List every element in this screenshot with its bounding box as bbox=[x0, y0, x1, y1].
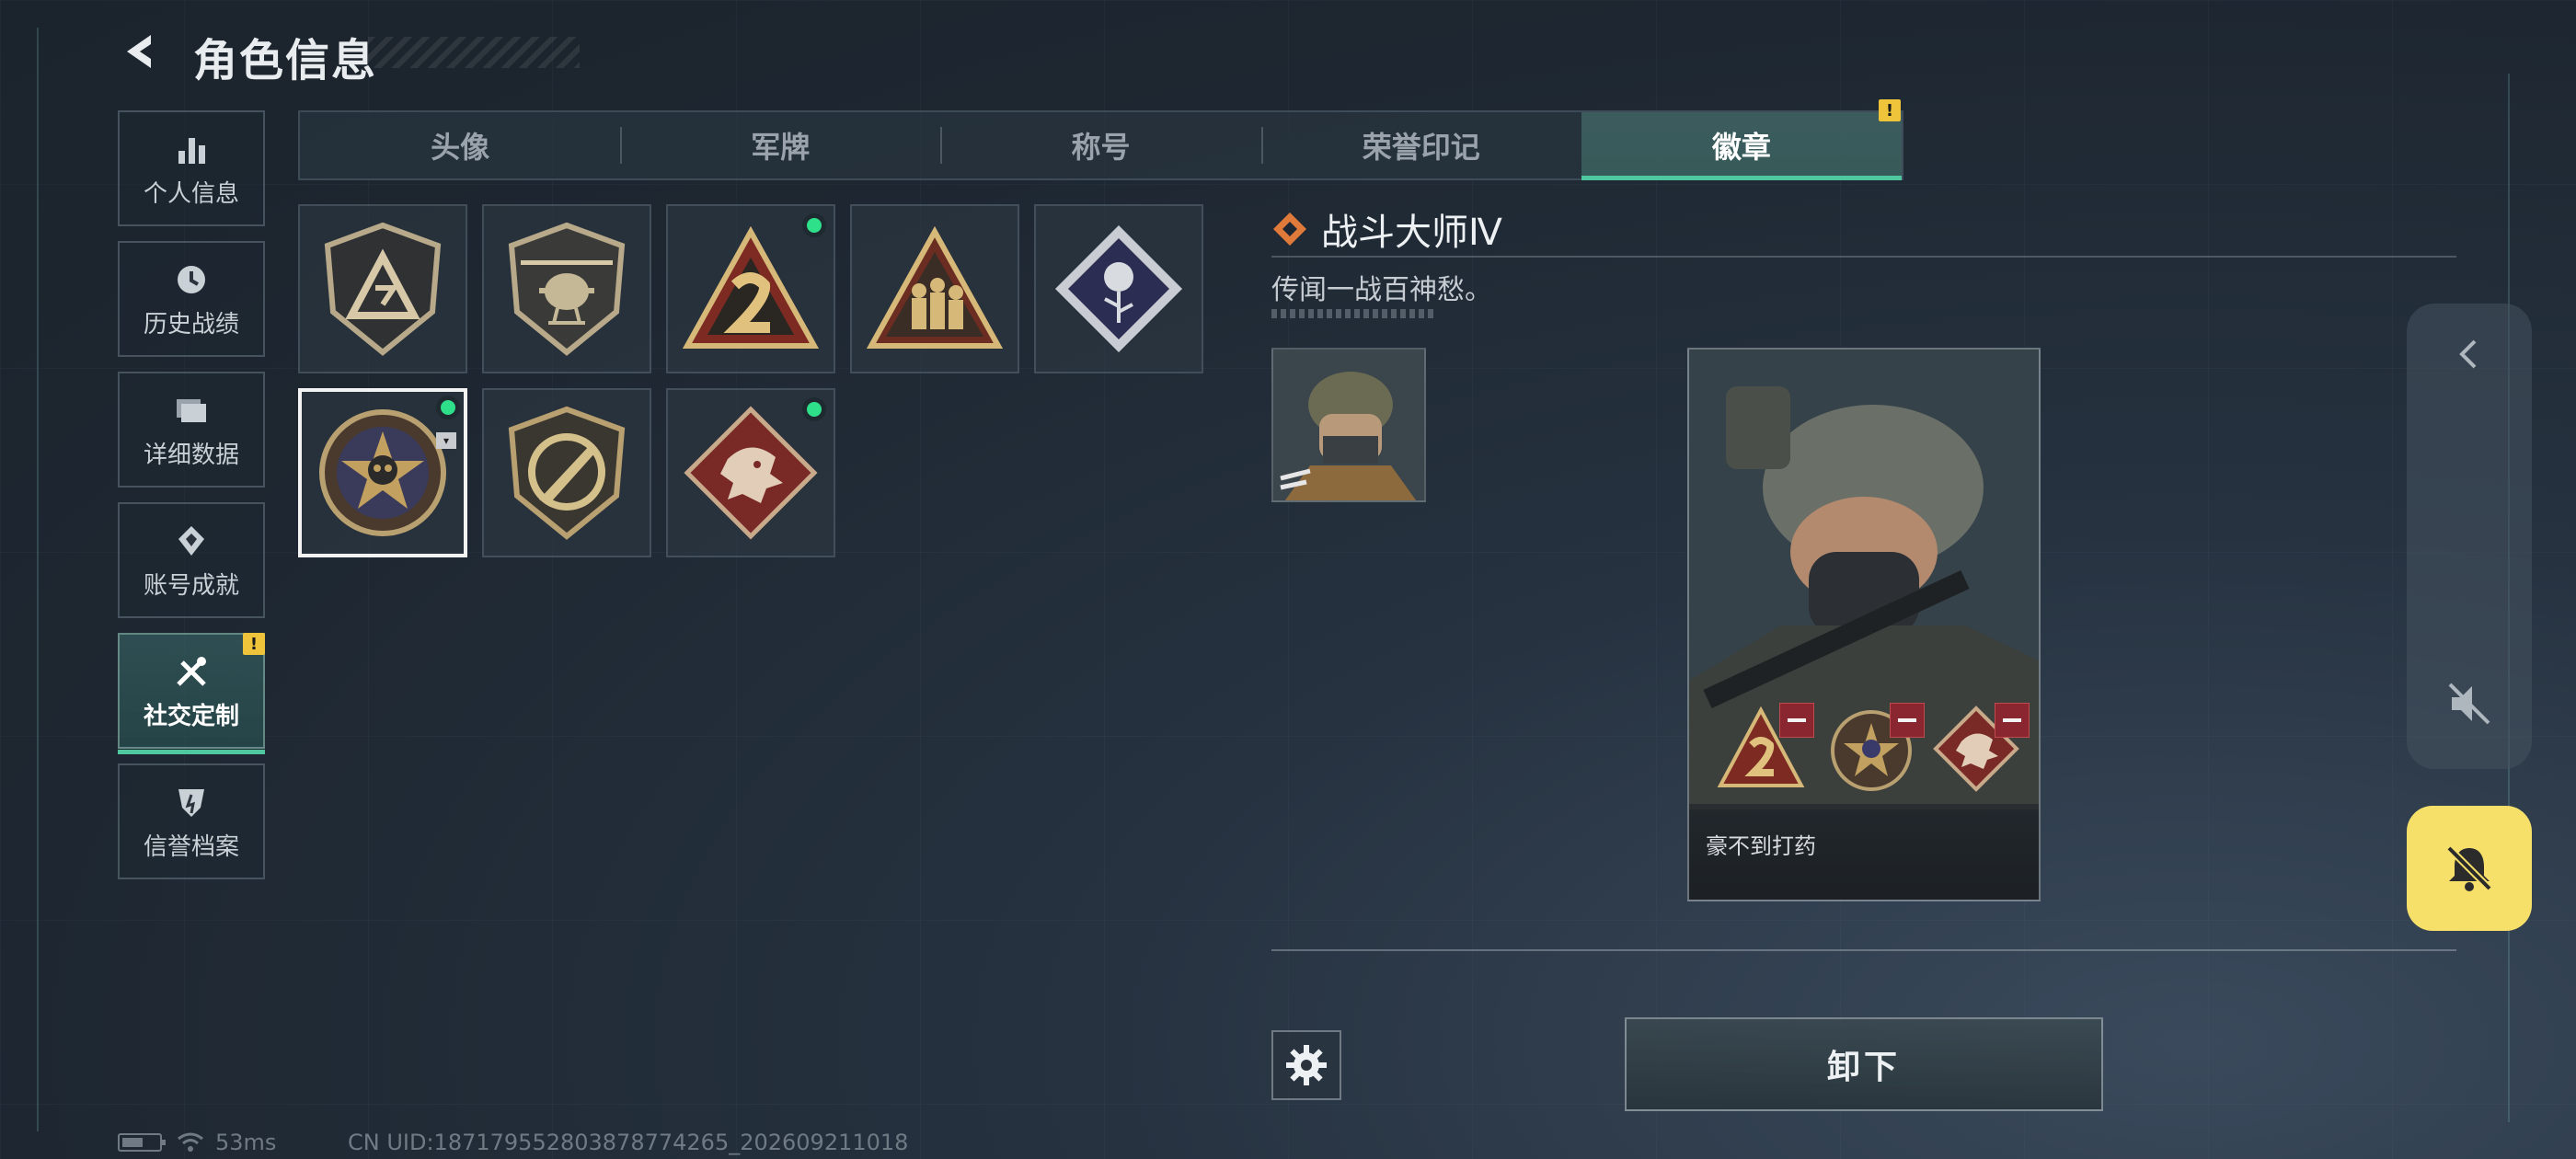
badge-skull-star[interactable]: ▾ bbox=[298, 388, 467, 557]
sidebar-item-label: 详细数据 bbox=[143, 441, 239, 469]
rank-diamond-icon bbox=[1273, 212, 1306, 246]
delta-shield-badge-icon bbox=[324, 222, 442, 356]
sidebar-item-label: 社交定制 bbox=[143, 702, 239, 730]
tab-title[interactable]: 称号 bbox=[940, 112, 1260, 178]
achievement-icon bbox=[171, 521, 212, 561]
mute-button[interactable] bbox=[2407, 653, 2532, 754]
player-name: 豪不到打药 bbox=[1689, 804, 2039, 900]
divider bbox=[1271, 949, 2456, 951]
equipped-slot-3 bbox=[1930, 703, 2030, 802]
description-decoration bbox=[1271, 309, 1433, 318]
collapse-panel-button[interactable] bbox=[2407, 304, 2532, 405]
sidebar-item-label: 历史战绩 bbox=[143, 310, 239, 339]
equipped-slot-1 bbox=[1715, 703, 1814, 802]
speaker-muted-icon bbox=[2448, 683, 2490, 725]
equipped-slot-2 bbox=[1825, 703, 1925, 802]
lock-icon: ▾ bbox=[436, 432, 456, 449]
tab-dog-tag[interactable]: 军牌 bbox=[620, 112, 940, 178]
uid-text: CN UID:18717955280387877​4265_2026092110… bbox=[348, 1130, 909, 1155]
equipped-indicator bbox=[802, 397, 826, 421]
tab-avatar[interactable]: 头像 bbox=[300, 112, 620, 178]
badge-detail-name: 战斗大师Ⅳ bbox=[1321, 212, 1502, 254]
settings-button[interactable] bbox=[1271, 1030, 1341, 1100]
equipped-indicator bbox=[436, 396, 460, 419]
badge-detail-description: 传闻一战百神愁。 bbox=[1271, 274, 1492, 306]
player-card-preview: 豪不到打药 bbox=[1687, 348, 2041, 901]
divider bbox=[1271, 256, 2456, 258]
sidebar-item-label: 信誉档案 bbox=[143, 832, 239, 861]
ping-text: 53ms bbox=[215, 1130, 277, 1155]
gear-icon bbox=[1286, 1045, 1327, 1085]
status-bar: 53ms bbox=[118, 1130, 276, 1155]
sidebar-item-reputation[interactable]: 信誉档案 bbox=[118, 763, 265, 879]
remove-badge-button[interactable] bbox=[1779, 703, 1814, 738]
wifi-icon bbox=[178, 1132, 203, 1152]
number-two-triangle-badge-icon bbox=[682, 225, 820, 349]
chevron-left-icon bbox=[2459, 339, 2477, 369]
alert-badge: ! bbox=[243, 633, 265, 655]
rose-diamond-badge-icon bbox=[1055, 225, 1182, 352]
clock-icon bbox=[171, 259, 212, 300]
skull-star-badge-icon bbox=[319, 409, 446, 536]
page-title: 角色信息 bbox=[193, 35, 378, 86]
back-button[interactable] bbox=[116, 26, 167, 77]
dragon-diamond-badge-icon bbox=[684, 406, 818, 540]
floating-side-panel bbox=[2407, 304, 2532, 769]
notification-mute-button[interactable] bbox=[2407, 806, 2532, 931]
tools-icon bbox=[171, 651, 212, 692]
equipped-indicator bbox=[802, 213, 826, 237]
detail-header: 战斗大师Ⅳ bbox=[1271, 202, 1502, 256]
sidebar-item-history[interactable]: 历史战绩 bbox=[118, 241, 265, 357]
title-stripe-decoration bbox=[368, 37, 580, 68]
folder-icon bbox=[171, 390, 212, 430]
badge-dragon-diamond[interactable] bbox=[666, 388, 835, 557]
badge-delta-shield[interactable] bbox=[298, 204, 467, 373]
soldiers-triangle-badge-icon bbox=[866, 225, 1004, 349]
tab-alert-badge: ! bbox=[1879, 99, 1901, 121]
avatar-thumbnail[interactable] bbox=[1271, 348, 1426, 502]
sidebar: 个人信息 历史战绩 详细数据 账号成就 ! 社交定制 信誉档案 bbox=[118, 110, 265, 894]
knife-shield-badge-icon bbox=[508, 406, 626, 540]
bell-off-icon bbox=[2446, 845, 2492, 891]
back-arrow-icon bbox=[127, 35, 151, 68]
badge-rose-diamond[interactable] bbox=[1034, 204, 1203, 373]
unequip-button[interactable]: 卸下 bbox=[1625, 1017, 2103, 1111]
decor-line-left bbox=[37, 28, 39, 1131]
badge-number-two-triangle[interactable] bbox=[666, 204, 835, 373]
bar-chart-icon bbox=[171, 129, 212, 169]
battery-icon bbox=[118, 1133, 166, 1152]
badge-knife-shield[interactable] bbox=[482, 388, 651, 557]
badge-soldiers-triangle[interactable] bbox=[850, 204, 1019, 373]
tab-honor-mark[interactable]: 荣誉印记 bbox=[1260, 112, 1581, 178]
tab-badge[interactable]: 徽章 bbox=[1581, 112, 1903, 180]
sidebar-item-personal-info[interactable]: 个人信息 bbox=[118, 110, 265, 226]
sidebar-item-label: 账号成就 bbox=[143, 571, 239, 600]
soldier-avatar-icon bbox=[1273, 350, 1424, 500]
helicopter-shield-badge-icon bbox=[508, 222, 626, 356]
sidebar-item-detailed-data[interactable]: 详细数据 bbox=[118, 372, 265, 488]
sidebar-item-achievements[interactable]: 账号成就 bbox=[118, 502, 265, 618]
tab-bar: 头像 军牌 称号 荣誉印记 徽章 bbox=[298, 110, 1903, 180]
sidebar-item-label: 个人信息 bbox=[143, 179, 239, 208]
badge-helicopter-shield[interactable] bbox=[482, 204, 651, 373]
remove-badge-button[interactable] bbox=[1995, 703, 2030, 738]
sidebar-item-social-custom[interactable]: ! 社交定制 bbox=[118, 633, 265, 754]
shield-icon bbox=[171, 782, 212, 822]
remove-badge-button[interactable] bbox=[1890, 703, 1925, 738]
